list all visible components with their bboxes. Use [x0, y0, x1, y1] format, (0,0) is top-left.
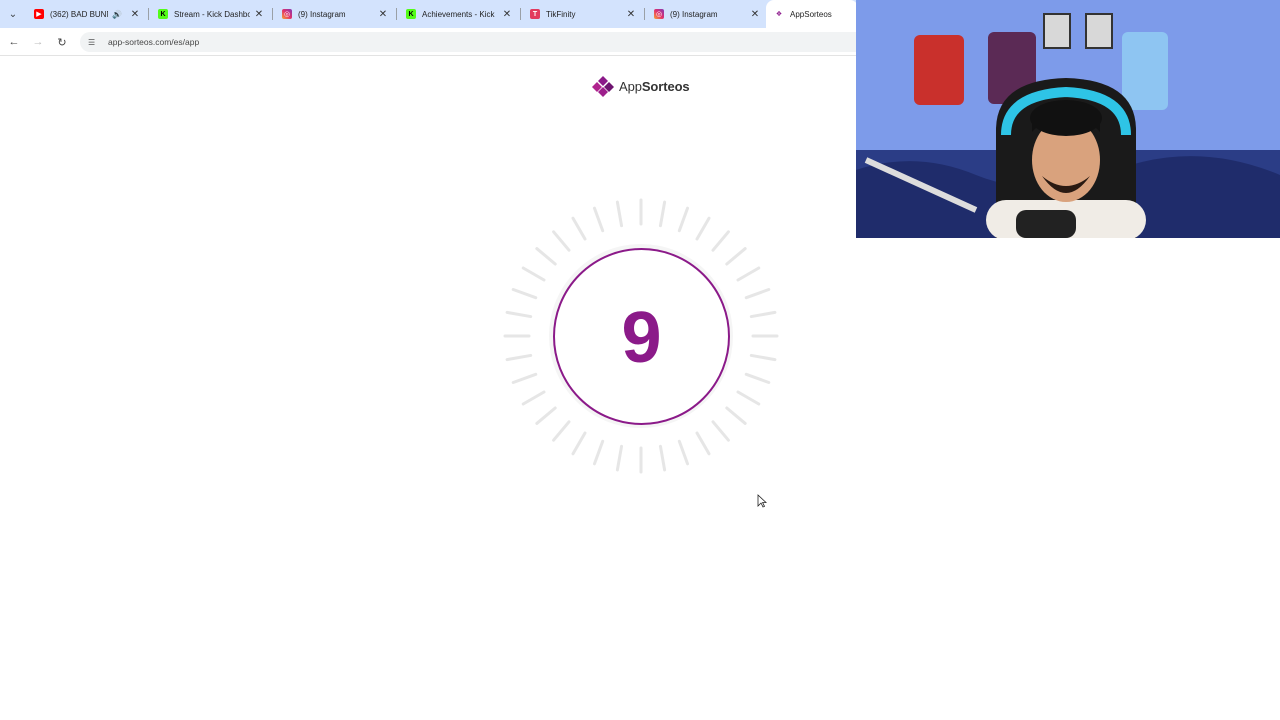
countdown-ray: [521, 390, 546, 406]
appsorteos-logo[interactable]: AppSorteos: [591, 75, 690, 97]
countdown-ray: [749, 353, 777, 362]
forward-arrow-icon[interactable]: →: [30, 34, 46, 50]
tab-instagram[interactable]: ◎ (9) Instagram ✕: [274, 2, 394, 26]
instagram-icon: ◎: [282, 9, 292, 19]
countdown-ray: [535, 406, 557, 425]
appsorteos-logo-icon: [592, 76, 614, 97]
speaker-icon[interactable]: 🔊: [112, 10, 122, 19]
tab-youtube[interactable]: ▶ (362) BAD BUNNY 🔊 ✕: [26, 2, 146, 26]
countdown-ray: [695, 216, 711, 241]
countdown-ray: [521, 266, 546, 282]
countdown-ring: 9: [553, 248, 730, 425]
tab-divider: [644, 8, 645, 20]
countdown-ray: [725, 247, 747, 266]
close-icon[interactable]: ✕: [626, 9, 636, 20]
countdown-ray: [677, 439, 690, 466]
youtube-icon: ▶: [34, 9, 44, 19]
browser-toolbar: ← → ↻ ☰ app-sorteos.com/es/app: [0, 28, 856, 56]
countdown-ray: [615, 444, 624, 472]
mouse-cursor-icon: [757, 494, 767, 508]
countdown-number: 9: [621, 297, 662, 378]
tab-divider: [148, 8, 149, 20]
tab-tikfinity[interactable]: T TikFinity ✕: [522, 2, 642, 26]
countdown-ray: [711, 420, 730, 442]
countdown-ray: [749, 310, 777, 319]
countdown-ray: [535, 247, 557, 266]
countdown-ray: [592, 206, 605, 233]
countdown-ray: [552, 420, 571, 442]
countdown-ray: [511, 287, 538, 300]
close-icon[interactable]: ✕: [130, 9, 140, 20]
countdown-ray: [658, 200, 667, 228]
countdown-ray: [505, 353, 533, 362]
countdown-ray: [677, 206, 690, 233]
tab-divider: [396, 8, 397, 20]
kick-icon: K: [406, 9, 416, 19]
countdown-ray: [571, 431, 587, 456]
tikfinity-icon: T: [530, 9, 540, 19]
address-bar[interactable]: ☰ app-sorteos.com/es/app: [80, 32, 856, 52]
tab-strip: ⌄ ▶ (362) BAD BUNNY 🔊 ✕ K Stream - Kick …: [0, 0, 858, 28]
appsorteos-icon: ❖: [775, 11, 783, 18]
url-text[interactable]: app-sorteos.com/es/app: [108, 37, 199, 47]
tab-title: (9) Instagram: [298, 9, 346, 19]
countdown-ray: [736, 390, 761, 406]
countdown-ray: [592, 439, 605, 466]
countdown-ray: [511, 372, 538, 385]
countdown-ray: [744, 287, 771, 300]
tab-kick-achievements[interactable]: K Achievements - Kick ✕: [398, 2, 518, 26]
tab-title: TikFinity: [546, 9, 576, 19]
site-info-icon[interactable]: ☰: [88, 38, 100, 47]
countdown-ray: [615, 200, 624, 228]
countdown-ray: [571, 216, 587, 241]
tab-appsorteos[interactable]: ❖ AppSorteos: [766, 0, 858, 28]
close-icon[interactable]: ✕: [254, 9, 264, 20]
countdown-ray: [552, 230, 571, 252]
countdown-widget: 9: [500, 195, 782, 477]
countdown-ray: [744, 372, 771, 385]
tab-title: Achievements - Kick: [422, 9, 495, 19]
tab-title: (362) BAD BUNNY: [50, 9, 108, 19]
countdown-ray: [695, 431, 711, 456]
tab-title: AppSorteos: [790, 9, 832, 19]
kick-icon: K: [158, 9, 168, 19]
tab-title: Stream - Kick Dashboard: [174, 9, 250, 19]
tab-divider: [272, 8, 273, 20]
close-icon[interactable]: ✕: [378, 9, 388, 20]
countdown-ray: [711, 230, 730, 252]
reload-icon[interactable]: ↻: [54, 34, 70, 50]
logo-text: AppSorteos: [619, 78, 690, 94]
countdown-ray: [736, 266, 761, 282]
tab-kick-dashboard[interactable]: K Stream - Kick Dashboard ✕: [150, 2, 270, 26]
close-icon[interactable]: ✕: [502, 9, 512, 20]
countdown-ray: [725, 406, 747, 425]
tab-divider: [520, 8, 521, 20]
webcam-scene: [856, 0, 1280, 238]
instagram-icon: ◎: [654, 9, 664, 19]
countdown-ray: [505, 310, 533, 319]
back-arrow-icon[interactable]: ←: [6, 34, 22, 50]
countdown-ray: [658, 444, 667, 472]
tab-instagram-2[interactable]: ◎ (9) Instagram ✕: [646, 2, 766, 26]
close-icon[interactable]: ✕: [750, 9, 760, 20]
streamer-webcam-overlay: [856, 0, 1280, 238]
tab-title: (9) Instagram: [670, 9, 718, 19]
tab-search-chevron-icon[interactable]: ⌄: [4, 6, 22, 22]
